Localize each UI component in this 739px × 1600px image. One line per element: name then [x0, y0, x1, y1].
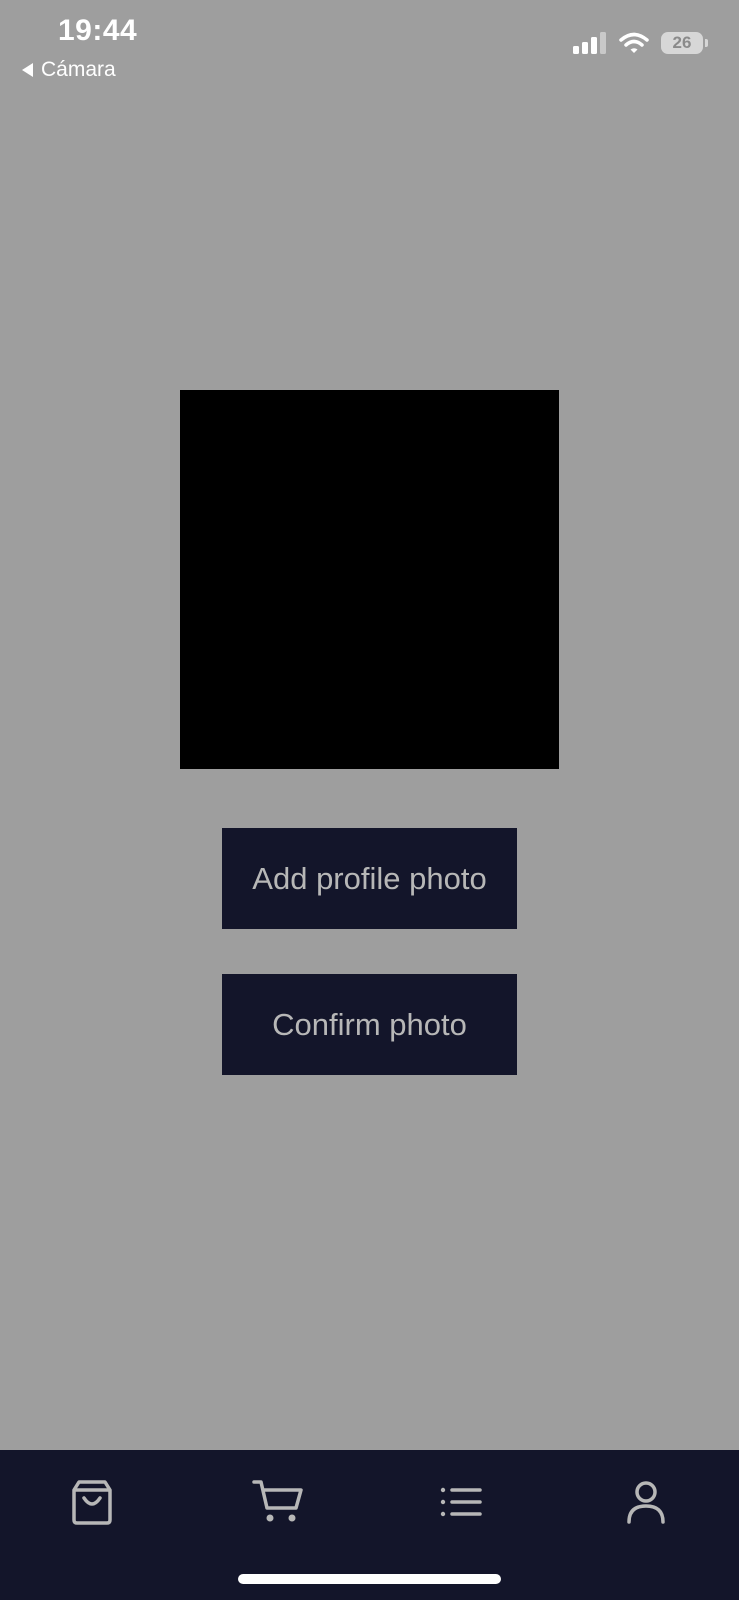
bottom-tab-bar — [0, 1450, 739, 1600]
profile-photo-preview — [180, 390, 559, 769]
tab-shop[interactable] — [62, 1472, 122, 1532]
shopping-bag-icon — [72, 1480, 112, 1525]
back-app-label: Cámara — [41, 58, 116, 81]
add-profile-photo-button[interactable]: Add profile photo — [222, 828, 517, 929]
status-indicators: 26 — [573, 32, 708, 54]
tab-cart[interactable] — [248, 1472, 308, 1532]
signal-icon — [573, 32, 606, 54]
tab-profile[interactable] — [616, 1472, 676, 1532]
battery-icon: 26 — [661, 32, 708, 54]
tab-list[interactable] — [431, 1472, 491, 1532]
status-time: 19:44 — [58, 14, 138, 47]
back-arrow-icon — [22, 63, 33, 77]
profile-photo-screen: 19:44 Cámara 26 Add profile photo Confir… — [0, 0, 739, 1600]
user-icon — [627, 1481, 665, 1524]
confirm-photo-button[interactable]: Confirm photo — [222, 974, 517, 1075]
wifi-icon — [619, 32, 649, 53]
cart-icon — [252, 1480, 303, 1522]
list-icon — [440, 1487, 482, 1517]
home-indicator[interactable] — [238, 1574, 501, 1584]
battery-level: 26 — [672, 33, 692, 52]
back-to-app-link[interactable]: Cámara — [22, 58, 116, 82]
